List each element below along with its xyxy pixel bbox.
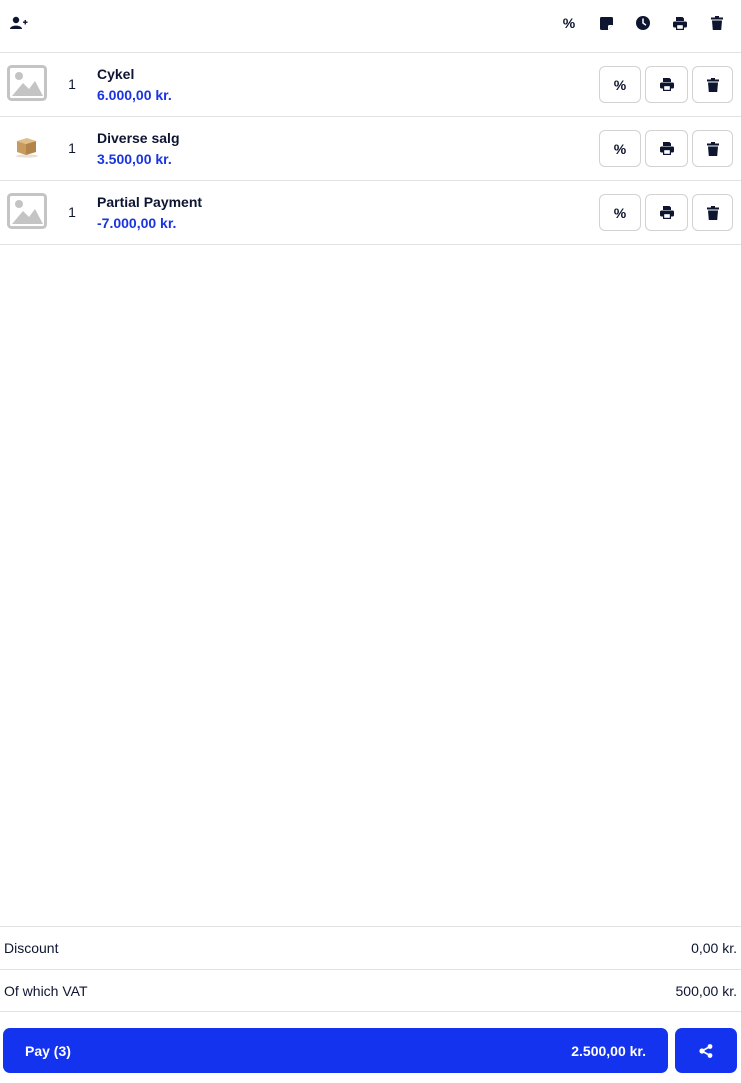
image-placeholder-icon [7,193,47,229]
discount-label: Discount [4,940,59,956]
pay-total: 2.500,00 kr. [571,1043,646,1059]
note-icon[interactable] [595,12,617,34]
image-placeholder-icon [7,65,47,101]
cart-item-list: 1 Cykel 6.000,00 kr. % 1 Diverse salg 3.… [0,53,741,245]
item-delete-button[interactable] [692,194,733,231]
item-discount-button[interactable]: % [599,130,641,167]
item-price: 6.000,00 kr. [97,87,172,103]
vat-summary-row: Of which VAT 500,00 kr. [0,969,741,1012]
printer-icon [659,206,674,219]
cart-item-row[interactable]: 1 Diverse salg 3.500,00 kr. % [0,117,741,181]
percent-icon: % [613,204,627,221]
item-delete-button[interactable] [692,66,733,103]
item-print-button[interactable] [645,194,688,231]
cart-discount-button[interactable]: % [558,12,580,34]
trash-icon [706,205,719,220]
vat-label: Of which VAT [4,983,88,999]
cart-summary: Discount 0,00 kr. Of which VAT 500,00 kr… [0,926,741,1012]
pos-cart-screen: % 1 Cykel 6.000,00 kr. % 1 Diverse salg … [0,0,741,1083]
item-delete-button[interactable] [692,130,733,167]
item-price: -7.000,00 kr. [97,215,177,231]
item-discount-button[interactable]: % [599,194,641,231]
cart-item-row[interactable]: 1 Cykel 6.000,00 kr. % [0,53,741,117]
pay-label: Pay (3) [25,1043,71,1059]
item-quantity: 1 [68,204,76,220]
percent-icon: % [613,76,627,93]
printer-icon [659,78,674,91]
item-print-button[interactable] [645,66,688,103]
cart-item-row[interactable]: 1 Partial Payment -7.000,00 kr. % [0,181,741,245]
item-quantity: 1 [68,76,76,92]
trash-icon[interactable] [706,12,728,34]
item-price: 3.500,00 kr. [97,151,172,167]
printer-icon [659,142,674,155]
item-discount-button[interactable]: % [599,66,641,103]
discount-summary-row: Discount 0,00 kr. [0,926,741,969]
printer-icon[interactable] [669,12,691,34]
clock-icon[interactable] [632,12,654,34]
add-customer-icon[interactable] [8,12,30,34]
share-icon [699,1043,713,1058]
share-button[interactable] [675,1028,737,1073]
pay-button[interactable]: Pay (3) 2.500,00 kr. [3,1028,668,1073]
cart-toolbar: % [0,0,741,53]
item-quantity: 1 [68,140,76,156]
discount-value: 0,00 kr. [691,940,737,956]
item-name: Partial Payment [97,194,203,210]
trash-icon [706,77,719,92]
box-icon [7,129,47,165]
item-name: Cykel [97,66,135,82]
percent-icon: % [562,15,576,31]
trash-icon [706,141,719,156]
vat-value: 500,00 kr. [675,983,738,999]
percent-icon: % [613,140,627,157]
item-name: Diverse salg [97,130,180,146]
item-print-button[interactable] [645,130,688,167]
